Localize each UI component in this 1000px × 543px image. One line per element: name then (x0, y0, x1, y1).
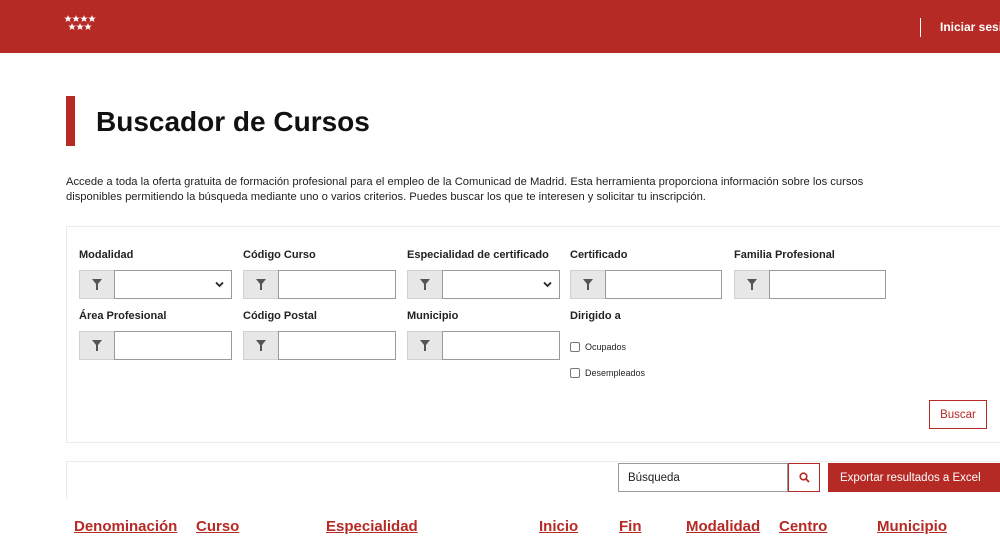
column-header-curso[interactable]: Curso (196, 518, 239, 535)
modalidad-select[interactable] (114, 270, 232, 299)
codigo-postal-filter (243, 331, 396, 360)
dirigido-label: Dirigido a (570, 310, 621, 322)
ocupados-label: Ocupados (585, 342, 627, 352)
ocupados-checkbox-box[interactable] (570, 342, 580, 352)
filter-icon[interactable] (734, 270, 769, 299)
area-filter (79, 331, 232, 360)
intro-paragraph: Accede a toda la oferta gratuita de form… (66, 175, 986, 205)
area-input[interactable] (114, 331, 232, 360)
especialidad-select[interactable] (442, 270, 560, 299)
familia-label: Familia Profesional (734, 249, 835, 261)
certificado-label: Certificado (570, 249, 628, 261)
filter-icon[interactable] (570, 270, 605, 299)
municipio-input[interactable] (442, 331, 560, 360)
title-accent-bar (66, 96, 75, 146)
filter-icon[interactable] (243, 270, 278, 299)
column-header-especialidad[interactable]: Especialidad (326, 518, 418, 535)
column-header-inicio[interactable]: Inicio (539, 518, 578, 535)
filter-icon[interactable] (243, 331, 278, 360)
column-header-modalidad[interactable]: Modalidad (686, 518, 760, 535)
chevron-down-icon (215, 281, 224, 288)
codigo-curso-label: Código Curso (243, 249, 316, 261)
certificado-input[interactable] (605, 270, 722, 299)
filter-icon[interactable] (79, 331, 114, 360)
area-label: Área Profesional (79, 310, 167, 322)
codigo-postal-label: Código Postal (243, 310, 317, 322)
desempleados-checkbox-box[interactable] (570, 368, 580, 378)
municipio-filter (407, 331, 560, 360)
codigo-curso-input[interactable] (278, 270, 396, 299)
search-icon (798, 472, 810, 483)
codigo-curso-filter (243, 270, 396, 299)
filter-icon[interactable] (79, 270, 114, 299)
ocupados-checkbox[interactable]: Ocupados (570, 342, 626, 352)
results-search-input[interactable]: Búsqueda (618, 463, 788, 492)
export-excel-button[interactable]: Exportar resultados a Excel (828, 463, 1000, 492)
intro-line-2: disponibles permitiendo la búsqueda medi… (66, 191, 706, 203)
modalidad-filter (79, 270, 232, 299)
desempleados-label: Desempleados (585, 368, 646, 378)
filter-icon[interactable] (407, 331, 442, 360)
column-header-fin[interactable]: Fin (619, 518, 642, 535)
column-header-municipio[interactable]: Municipio (877, 518, 947, 535)
header-divider (920, 18, 921, 37)
municipio-label: Municipio (407, 310, 459, 322)
filter-icon[interactable] (407, 270, 442, 299)
column-header-denominacion[interactable]: Denominación (74, 518, 177, 535)
chevron-down-icon (543, 281, 552, 288)
column-header-centro[interactable]: Centro (779, 518, 827, 535)
results-search-value: Búsqueda (628, 471, 680, 484)
codigo-postal-input[interactable] (278, 331, 396, 360)
desempleados-checkbox[interactable]: Desempleados (570, 368, 645, 378)
buscar-button[interactable]: Buscar (929, 400, 987, 429)
especialidad-label: Especialidad de certificado (407, 249, 549, 261)
results-search-button[interactable] (788, 463, 820, 492)
certificado-filter (570, 270, 722, 299)
especialidad-filter (407, 270, 560, 299)
intro-line-1: Accede a toda la oferta gratuita de form… (66, 176, 864, 188)
modalidad-label: Modalidad (79, 249, 134, 261)
page-title: Buscador de Cursos (96, 106, 370, 137)
login-link[interactable]: Iniciar sesi (940, 20, 1000, 34)
top-header-bar: Iniciar sesi (0, 0, 1000, 53)
familia-filter (734, 270, 886, 299)
madrid-stars-icon[interactable] (64, 14, 104, 34)
familia-input[interactable] (769, 270, 886, 299)
